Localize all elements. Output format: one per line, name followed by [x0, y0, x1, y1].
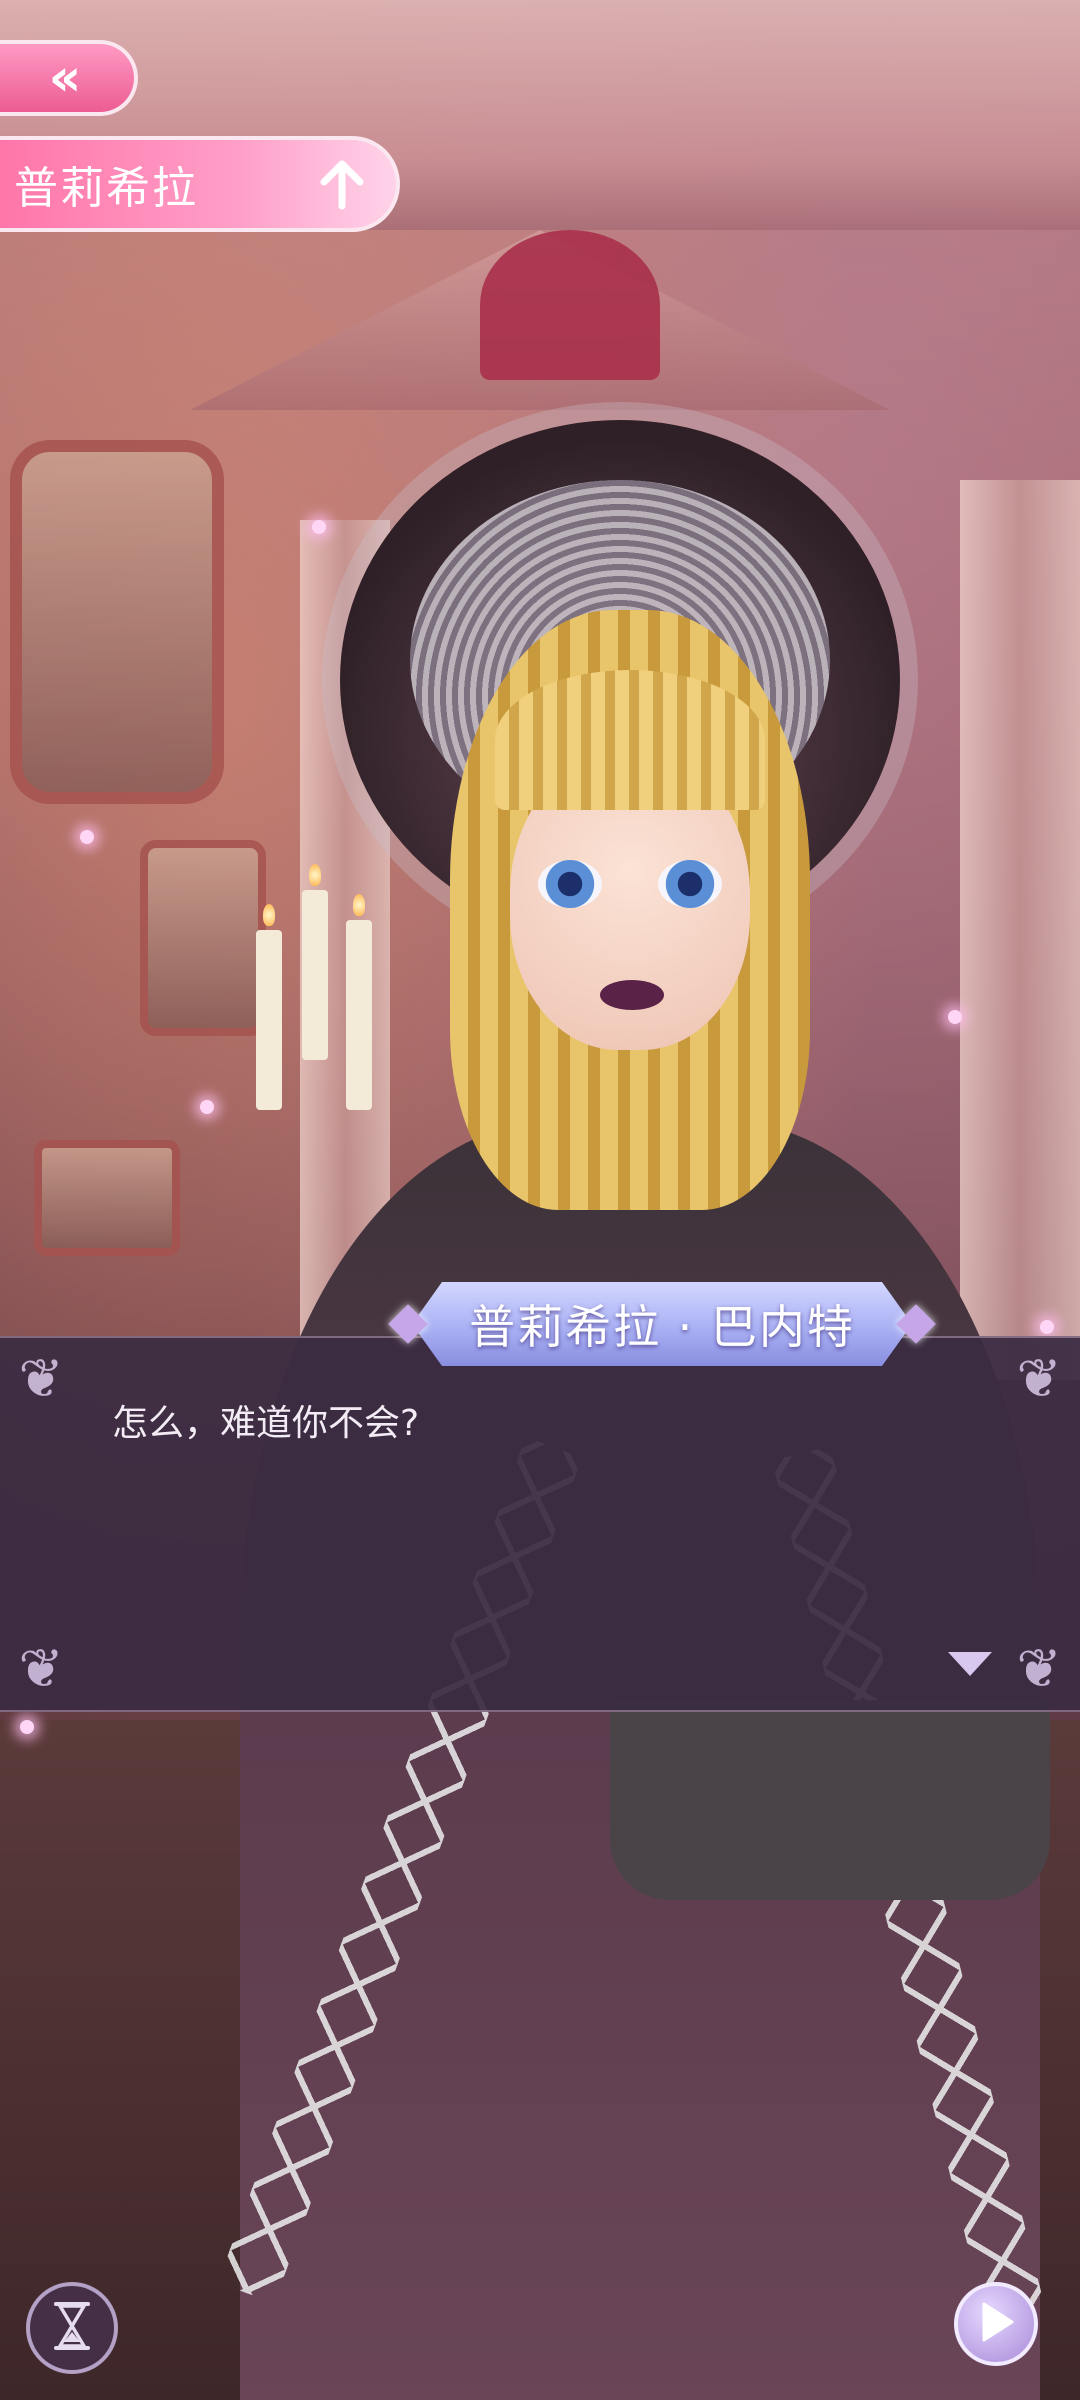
character-bangs [495, 670, 765, 810]
dialogue-box[interactable]: ❦ ❦ ❦ ❦ 怎么，难道你不会? [0, 1336, 1080, 1712]
small-painting-frame [34, 1140, 180, 1256]
sparkle [20, 1720, 34, 1734]
triangle-down-icon [948, 1652, 992, 1678]
character-selector[interactable]: 普莉希拉 [0, 136, 400, 232]
speaker-name-plate: 普莉希拉 · 巴内特 [388, 1282, 936, 1366]
character-eye-left [538, 860, 602, 908]
corner-ornament-top-right-icon: ❦ [1016, 1347, 1062, 1410]
character-selector-label: 普莉希拉 [14, 163, 198, 214]
double-chevron-left-icon: ‹‹ [48, 48, 82, 108]
cat-painting-frame [140, 840, 266, 1036]
name-plate-gem-left-icon [388, 1304, 428, 1344]
heart-ornament [480, 230, 660, 380]
speaker-name: 普莉希拉 · 巴内特 [469, 1300, 855, 1354]
auto-play-button[interactable] [26, 2282, 118, 2374]
corner-ornament-top-left-icon: ❦ [18, 1347, 64, 1410]
portrait-frame [10, 440, 224, 804]
hourglass-icon [52, 2301, 92, 2355]
play-next-button[interactable] [954, 2282, 1038, 2366]
dress-apron [610, 1700, 1050, 1900]
back-button[interactable]: ‹‹ [0, 40, 138, 116]
sparkle [80, 830, 94, 844]
character-eye-right [658, 860, 722, 908]
corner-ornament-bottom-left-icon: ❦ [18, 1637, 64, 1700]
name-plate-gem-right-icon [896, 1304, 936, 1344]
corner-ornament-bottom-right-icon: ❦ [1016, 1637, 1062, 1700]
play-icon [978, 2302, 1014, 2346]
candle [256, 904, 282, 1110]
arrow-up-icon [314, 156, 370, 212]
character-lips [600, 980, 664, 1010]
sparkle [1040, 1320, 1054, 1334]
dialogue-text: 怎么，难道你不会? [112, 1403, 420, 1444]
sparkle [200, 1100, 214, 1114]
game-screen[interactable]: ‹‹ 普莉希拉 ❦ ❦ ❦ ❦ 怎么，难道你不会? 普莉希拉 · 巴内特 [0, 0, 1080, 2400]
